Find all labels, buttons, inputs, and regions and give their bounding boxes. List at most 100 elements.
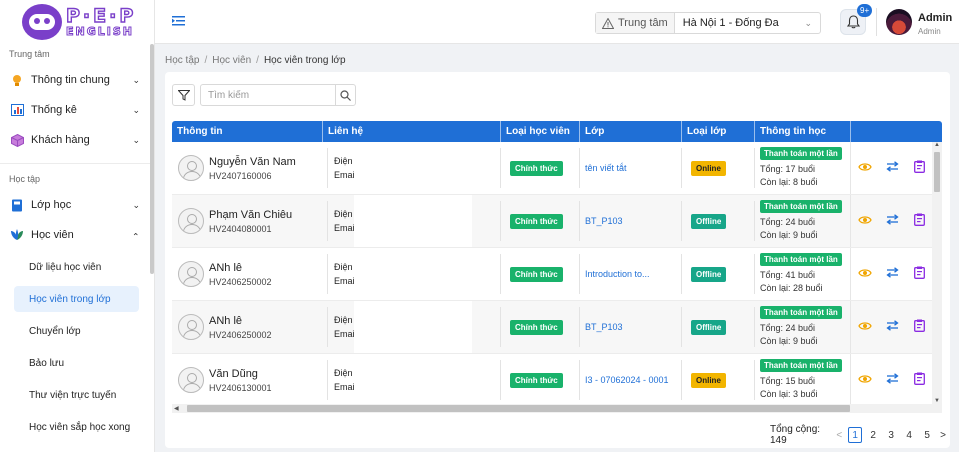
sidebar-item-label: Thông tin chung [31, 74, 110, 86]
top-header: Trung tâm Hà Nội 1 - Đống Đa ⌄ 9+ Admin … [155, 0, 959, 44]
search-icon [340, 89, 351, 101]
clipboard-icon[interactable] [913, 372, 925, 388]
search-button[interactable] [335, 85, 355, 105]
menu-toggle-icon[interactable] [172, 15, 186, 29]
scroll-left-arrow-icon[interactable]: ◀ [174, 405, 179, 412]
sidebar-item-students[interactable]: Học viên ⌄ [0, 220, 154, 250]
class-type-tag: Online [691, 160, 726, 176]
sidebar-section-learning: Học tập [9, 174, 41, 184]
contact-phone: Điện [334, 368, 353, 378]
book-icon [10, 198, 24, 212]
chevron-down-icon: ⌄ [132, 104, 140, 115]
class-link[interactable]: I3 - 07062024 - 0001 [585, 375, 669, 385]
sidebar-subitem-student-data[interactable]: Dữ liệu học viên [14, 254, 139, 280]
page-5[interactable]: 5 [920, 427, 934, 443]
next-page-icon[interactable]: > [940, 430, 946, 441]
total-sessions: Tổng: 17 buổi [760, 164, 816, 174]
contact-email: Email [334, 276, 354, 286]
center-select[interactable]: Trung tâm Hà Nội 1 - Đống Đa ⌄ [595, 12, 821, 34]
view-eye-icon[interactable] [858, 374, 872, 387]
bulb-icon [10, 73, 24, 87]
chevron-down-icon: ⌄ [132, 74, 140, 85]
chevron-up-icon: ⌄ [132, 230, 140, 241]
student-name[interactable]: Phạm Văn Chiêu [209, 209, 292, 221]
filter-button[interactable] [172, 84, 195, 106]
class-type-tag: Offline [691, 319, 727, 335]
student-type-tag: Chính thức [510, 213, 563, 229]
page-4[interactable]: 4 [902, 427, 916, 443]
table-horizontal-scrollbar[interactable]: ◀ [172, 404, 942, 413]
student-avatar [178, 155, 204, 181]
chart-icon [10, 103, 24, 117]
sidebar-subitem-reserve[interactable]: Bảo lưu [14, 350, 139, 376]
class-link[interactable]: BT_P103 [585, 322, 623, 332]
sidebar-item-general[interactable]: Thông tin chung ⌄ [0, 65, 154, 95]
student-name[interactable]: ANh lê [209, 315, 272, 327]
sidebar-subitem-transfer-class[interactable]: Chuyển lớp [14, 318, 139, 344]
class-link[interactable]: BT_P103 [585, 216, 623, 226]
table-row[interactable]: ANh lê HV2406250002 Điện Email Chính thức Int… [172, 248, 942, 301]
page-2[interactable]: 2 [866, 427, 880, 443]
page-1[interactable]: 1 [848, 427, 863, 443]
transfer-icon[interactable] [886, 373, 900, 387]
view-eye-icon[interactable] [858, 321, 872, 334]
view-eye-icon[interactable] [858, 162, 872, 175]
contact-phone: Điện [334, 156, 353, 166]
transfer-icon[interactable] [886, 320, 900, 334]
col-contact: Liên hệ [322, 121, 500, 142]
table-row[interactable]: Nguyễn Văn Nam HV2407160006 Điện Email Chính… [172, 142, 942, 195]
transfer-icon[interactable] [886, 214, 900, 228]
user-avatar[interactable] [886, 9, 912, 35]
sidebar-divider [0, 163, 154, 164]
sidebar-item-customers[interactable]: Khách hàng ⌄ [0, 125, 154, 155]
content-card: Thông tin Liên hệ Loại học viên Lớp Loại… [165, 72, 950, 448]
clipboard-icon[interactable] [913, 160, 925, 176]
sidebar-subitem-online-library[interactable]: Thư viện trực tuyến [14, 382, 139, 408]
table-row[interactable]: ANh lê HV2406250002 Điện Email Chính thức BT_… [172, 301, 942, 354]
leaf-icon [10, 228, 24, 242]
contact-phone: Điện [334, 262, 353, 272]
sidebar-item-classes[interactable]: Lớp học ⌄ [0, 190, 154, 220]
view-eye-icon[interactable] [858, 268, 872, 281]
breadcrumb-learning[interactable]: Học tập [165, 55, 199, 66]
class-link[interactable]: tên viết tắt [585, 163, 627, 173]
user-name[interactable]: Admin [918, 12, 952, 24]
logo[interactable]: P·E·P ENGLISH [0, 0, 154, 44]
col-study-info: Thông tin học [754, 121, 850, 142]
transfer-icon[interactable] [886, 161, 900, 175]
student-name[interactable]: Nguyễn Văn Nam [209, 156, 296, 168]
table-row[interactable]: Phạm Văn Chiêu HV2404080001 Điện Email Chính… [172, 195, 942, 248]
contact-email: Email [334, 329, 354, 339]
table-row[interactable]: Văn Dũng HV2406130001 Điện Email Chính thức I… [172, 354, 942, 407]
student-type-tag: Chính thức [510, 160, 563, 176]
sidebar-subitem-students-in-class[interactable]: Học viên trong lớp [14, 286, 139, 312]
page-3[interactable]: 3 [884, 427, 898, 443]
sidebar-subitem-finishing-students[interactable]: Học viên sắp học xong [14, 414, 139, 440]
total-sessions: Tổng: 24 buổi [760, 323, 816, 333]
class-type-tag: Online [691, 372, 726, 388]
student-name[interactable]: ANh lê [209, 262, 272, 274]
box-icon [10, 133, 24, 147]
transfer-icon[interactable] [886, 267, 900, 281]
prev-page-icon[interactable]: < [836, 430, 842, 441]
clipboard-icon[interactable] [913, 266, 925, 282]
student-avatar [178, 261, 204, 287]
clipboard-icon[interactable] [913, 319, 925, 335]
col-class: Lớp [579, 121, 681, 142]
student-avatar [178, 367, 204, 393]
table-vertical-scrollbar[interactable]: ▲ ▼ [932, 142, 942, 404]
warning-triangle-icon [602, 17, 614, 29]
scroll-up-arrow-icon[interactable]: ▲ [934, 142, 940, 148]
student-type-tag: Chính thức [510, 372, 563, 388]
view-eye-icon[interactable] [858, 215, 872, 228]
student-name[interactable]: Văn Dũng [209, 368, 272, 380]
class-link[interactable]: Introduction to... [585, 269, 650, 279]
student-code: HV2406250002 [209, 329, 272, 340]
sidebar-item-stats[interactable]: Thống kê ⌄ [0, 95, 154, 125]
contact-phone: Điện [334, 209, 353, 219]
search-input[interactable] [201, 85, 335, 105]
sidebar-scrollbar[interactable] [150, 44, 154, 274]
breadcrumb-students[interactable]: Học viên [212, 55, 251, 66]
clipboard-icon[interactable] [913, 213, 925, 229]
search-box [200, 84, 356, 106]
